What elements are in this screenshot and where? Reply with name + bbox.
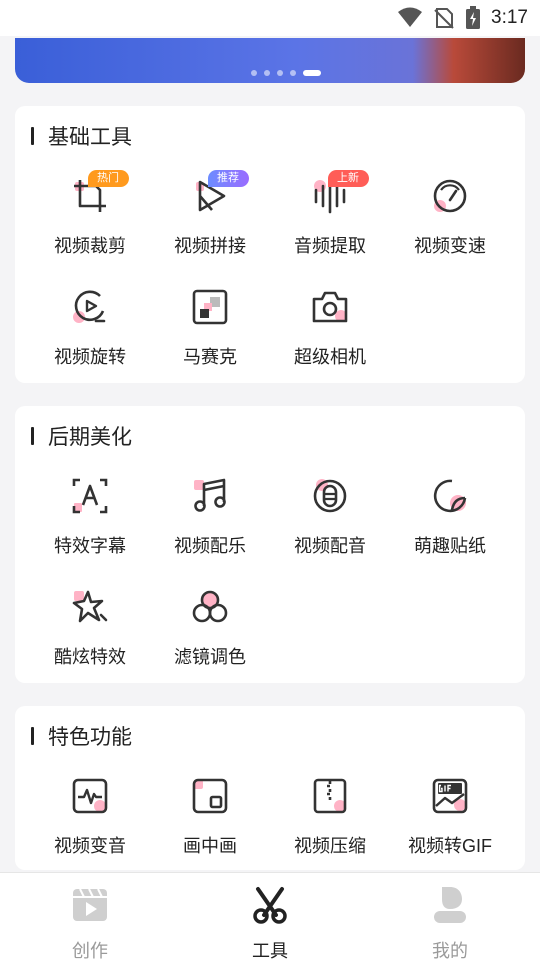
tool-video-speed[interactable]: 视频变速 [390, 176, 510, 276]
tool-label: 视频旋转 [54, 347, 126, 367]
tool-label: 音频提取 [294, 236, 366, 256]
section-basic-tools: 基础工具 热门 视频裁剪 推荐 视频拼接 上新 音频提取 视频变速 视频旋转 马… [15, 106, 525, 383]
tool-label: 视频配音 [294, 536, 366, 556]
tool-label: 萌趣贴纸 [414, 536, 486, 556]
tool-label: 马赛克 [183, 347, 237, 367]
bottom-navigation: 创作 工具 我的 [0, 872, 540, 960]
section-title: 基础工具 [31, 122, 132, 150]
text-a-icon [72, 478, 108, 514]
mosaic-icon [192, 289, 228, 325]
tool-video-to-gif[interactable]: 视频转GIF [390, 776, 510, 876]
filter-circles-icon [192, 590, 228, 623]
tool-picture-in-picture[interactable]: 画中画 [150, 776, 270, 876]
tool-label: 特效字幕 [54, 536, 126, 556]
tool-cute-sticker[interactable]: 萌趣贴纸 [390, 476, 510, 576]
music-note-icon [194, 478, 226, 512]
section-title-text: 后期美化 [48, 426, 132, 449]
tool-label: 视频配乐 [174, 536, 246, 556]
section-post-beautify: 后期美化 特效字幕 视频配乐 视频配音 萌趣贴纸 酷炫特效 滤镜调色 [15, 406, 525, 683]
tool-audio-extract[interactable]: 上新 音频提取 [270, 170, 390, 276]
tool-label: 视频裁剪 [54, 236, 126, 256]
speedometer-icon [433, 179, 467, 213]
tool-label: 视频拼接 [174, 236, 246, 256]
section-special-features: 特色功能 视频变音 画中画 视频压缩 视频转GIF [15, 706, 525, 870]
tool-video-join[interactable]: 推荐 视频拼接 [150, 170, 270, 276]
tool-label: 酷炫特效 [54, 647, 126, 667]
tool-mosaic[interactable]: 马赛克 [150, 287, 270, 387]
tool-video-music[interactable]: 视频配乐 [150, 476, 270, 576]
tool-label: 视频变音 [54, 836, 126, 856]
section-title: 后期美化 [31, 422, 132, 450]
tool-label: 滤镜调色 [174, 647, 246, 667]
sticker-icon [433, 479, 467, 513]
carousel-dot [277, 70, 283, 76]
title-marker [31, 127, 34, 145]
tool-video-rotate[interactable]: 视频旋转 [30, 287, 150, 387]
status-bar: 3:17 [0, 0, 540, 36]
battery-icon [466, 6, 481, 29]
no-sim-icon [434, 8, 454, 29]
rotate-icon [73, 290, 106, 323]
tool-label: 视频压缩 [294, 836, 366, 856]
section-title: 特色功能 [31, 722, 132, 750]
microphone-icon [313, 479, 347, 513]
carousel-dot [264, 70, 270, 76]
title-marker [31, 427, 34, 445]
clapperboard-icon [73, 888, 107, 921]
title-marker [31, 727, 34, 745]
tool-video-crop[interactable]: 热门 视频裁剪 [30, 170, 150, 276]
section-title-text: 特色功能 [48, 726, 132, 749]
scissors-icon [253, 887, 287, 924]
tool-video-dubbing[interactable]: 视频配音 [270, 476, 390, 576]
user-icon [434, 887, 466, 923]
status-icons: 3:17 [397, 6, 528, 30]
tag-hot: 热门 [88, 170, 129, 187]
zip-icon [313, 778, 347, 814]
status-time: 3:17 [491, 7, 528, 28]
tool-label: 画中画 [183, 836, 237, 856]
tag-recommend: 推荐 [208, 170, 249, 187]
tool-label: 超级相机 [294, 347, 366, 367]
star-sparkle-icon [72, 590, 108, 623]
nav-label: 创作 [72, 941, 108, 960]
banner-carousel[interactable] [15, 38, 525, 83]
camera-icon [312, 291, 348, 323]
nav-tab-create[interactable]: 创作 [30, 881, 150, 960]
tool-label: 视频转GIF [408, 836, 492, 856]
voice-wave-icon [72, 778, 108, 814]
tool-label: 视频变速 [414, 236, 486, 256]
carousel-dot [290, 70, 296, 76]
carousel-dot [251, 70, 257, 76]
carousel-dots [251, 70, 321, 76]
wifi-icon [398, 7, 423, 27]
carousel-dot-active [303, 70, 321, 76]
tag-new: 上新 [328, 170, 369, 187]
gif-icon [432, 778, 468, 814]
tool-voice-change[interactable]: 视频变音 [30, 776, 150, 876]
nav-tab-mine[interactable]: 我的 [390, 881, 510, 960]
tool-effect-subtitle[interactable]: 特效字幕 [30, 476, 150, 576]
nav-label: 我的 [432, 941, 468, 960]
tool-video-compress[interactable]: 视频压缩 [270, 776, 390, 876]
picture-in-picture-icon [192, 778, 228, 814]
section-title-text: 基础工具 [48, 126, 132, 149]
nav-label: 工具 [252, 941, 288, 960]
tool-filter-color[interactable]: 滤镜调色 [150, 587, 270, 687]
tool-super-camera[interactable]: 超级相机 [270, 287, 390, 387]
tool-cool-effects[interactable]: 酷炫特效 [30, 587, 150, 687]
nav-tab-tools[interactable]: 工具 [210, 881, 330, 960]
